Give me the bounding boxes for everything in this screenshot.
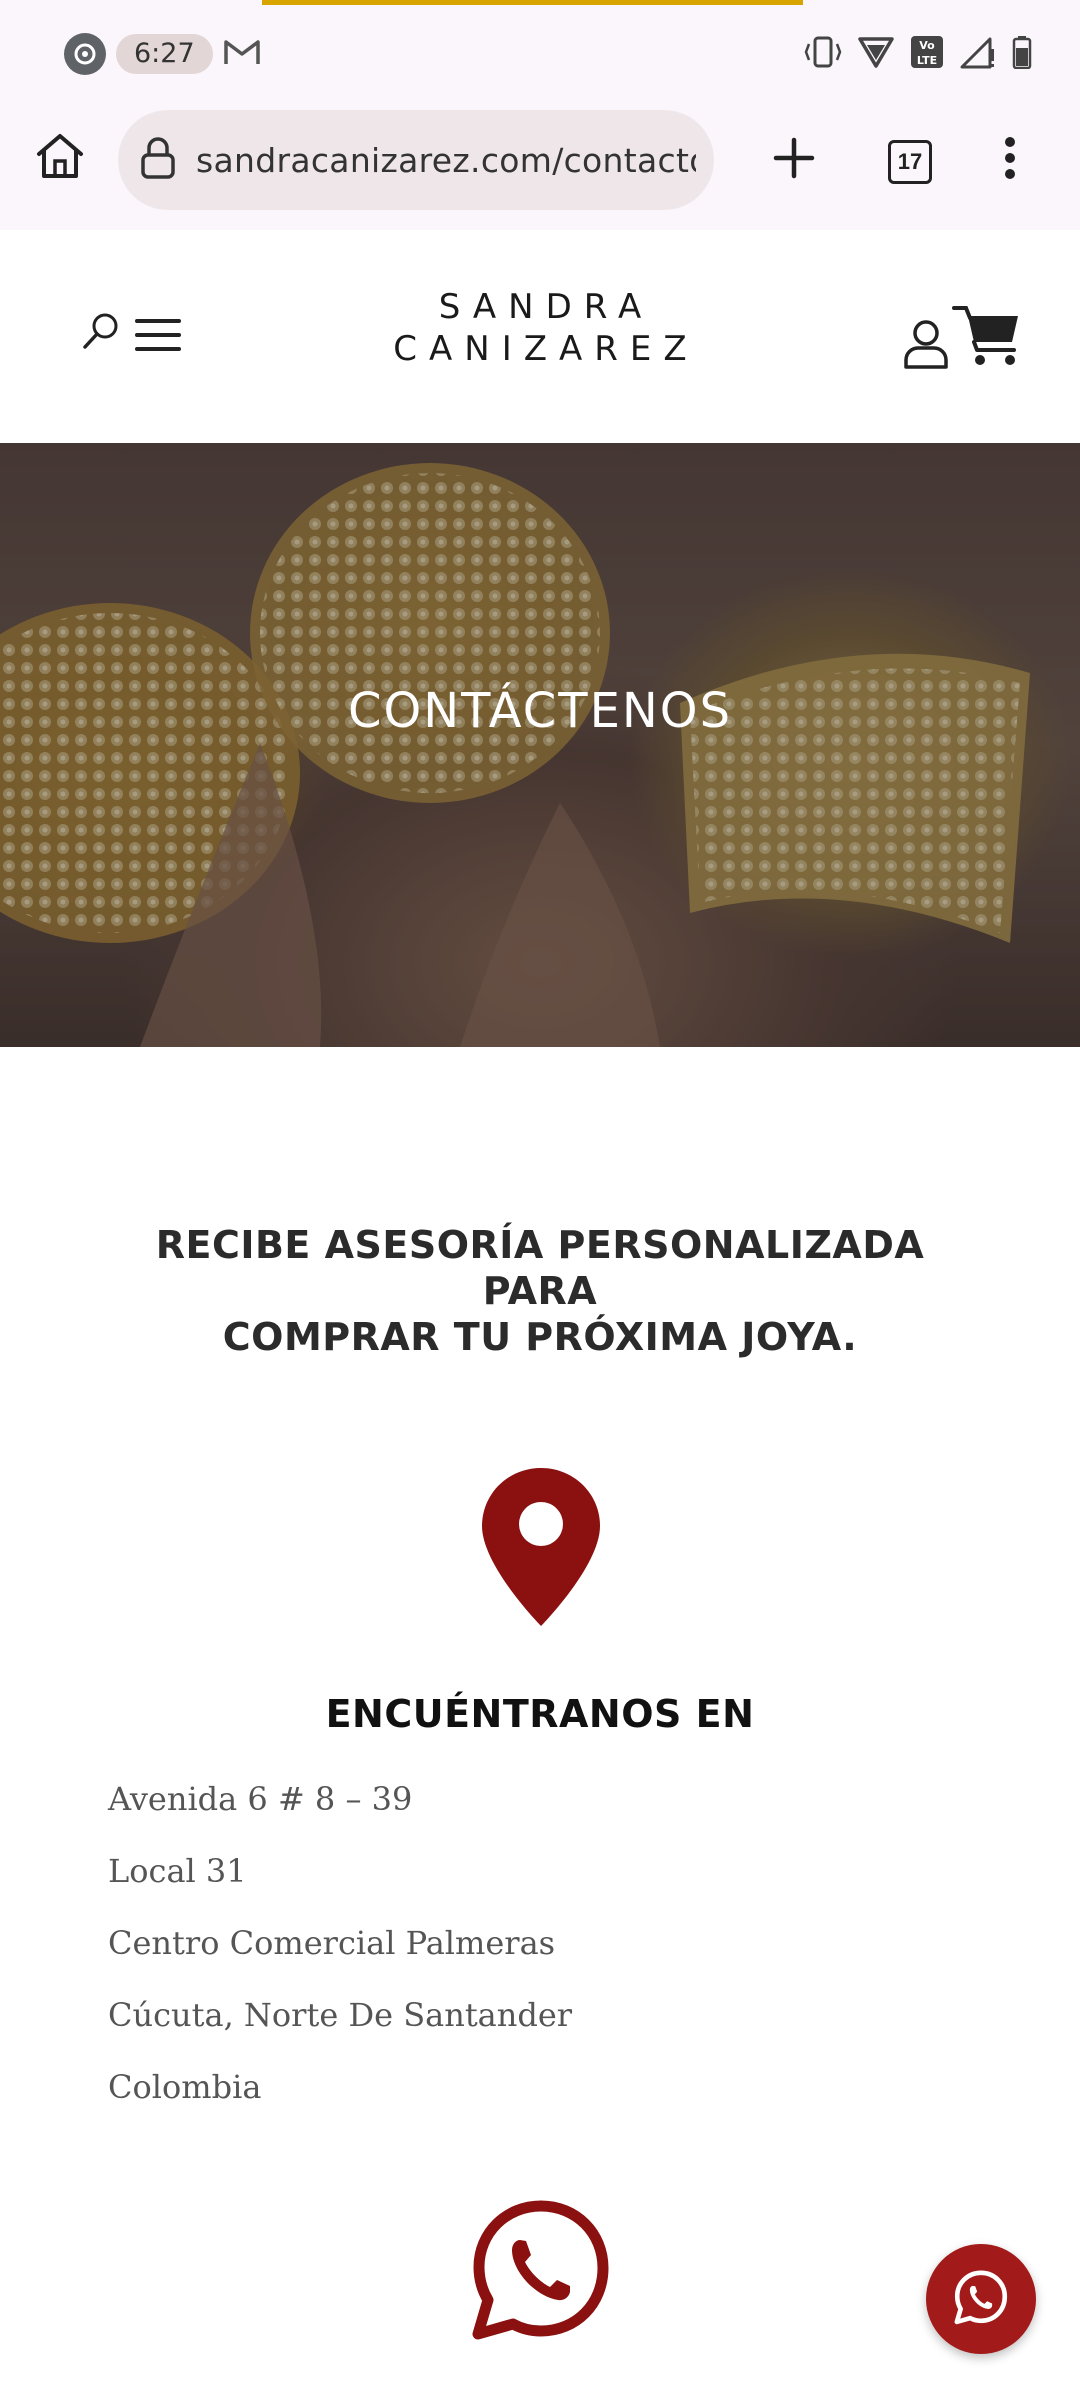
logo-line-2: CANIZAREZ [393,329,699,369]
url-text[interactable]: sandracanizarez.com/contacto/ [196,141,696,180]
status-left: 6:27 [64,33,261,75]
status-time: 6:27 [116,34,213,74]
site-header: SANDRA CANIZAREZ [0,230,1080,443]
user-icon[interactable] [902,318,950,375]
cart-icon[interactable] [952,302,1022,373]
plus-icon [772,136,816,185]
status-right: Vo LTE [804,34,1032,74]
hamburger-icon[interactable] [135,318,181,357]
home-button[interactable] [28,126,92,190]
address-line: Colombia [108,2068,262,2106]
address-line: Avenida 6 # 8 – 39 [108,1780,413,1818]
logo-line-1: SANDRA [438,287,654,327]
vibrate-icon [804,34,842,75]
volte-icon: Vo LTE [910,35,944,74]
page-loading-bar [262,0,803,5]
hero-overlay [0,443,1080,1047]
advisory-heading-line-2: COMPRAR TU PRÓXIMA JOYA. [222,1315,858,1359]
gmail-icon [223,37,261,72]
svg-text:LTE: LTE [917,54,937,67]
find-us-title: ENCUÉNTRANOS EN [325,1692,755,1736]
site-logo[interactable]: SANDRA CANIZAREZ [340,290,740,366]
browser-menu-button[interactable] [990,128,1030,192]
app-notification-icon [64,33,106,75]
hero-banner: CONTÁCTENOS [0,443,1080,1047]
svg-text:Vo: Vo [919,39,935,52]
battery-icon [1012,35,1032,74]
advisory-heading: RECIBE ASESORÍA PERSONALIZADA PARA COMPR… [100,1222,980,1360]
browser-toolbar: sandracanizarez.com/contacto/ 17 [0,100,1080,230]
address-line: Cúcuta, Norte De Santander [108,1996,573,2034]
whatsapp-floating-button[interactable] [926,2244,1036,2354]
home-icon [34,132,86,185]
signal-icon [960,35,996,74]
new-tab-button[interactable] [762,128,826,192]
search-icon[interactable] [80,310,122,357]
status-bar: 6:27 Vo LTE [0,0,1080,100]
more-vert-icon [1004,136,1016,185]
tab-switcher-button[interactable]: 17 [888,140,932,184]
lock-icon [138,136,178,185]
address-bar[interactable]: sandracanizarez.com/contacto/ [118,110,714,210]
address-line: Local 31 [108,1852,247,1890]
whatsapp-icon [953,2269,1009,2330]
whatsapp-icon[interactable] [468,2196,614,2347]
location-pin-icon [480,1466,602,1633]
address-block: Avenida 6 # 8 – 39 Local 31 Centro Comer… [108,1772,572,2132]
hero-title: CONTÁCTENOS [347,683,733,739]
wifi-icon [858,35,894,74]
advisory-heading-line-1: RECIBE ASESORÍA PERSONALIZADA PARA [155,1223,925,1313]
address-line: Centro Comercial Palmeras [108,1924,556,1962]
